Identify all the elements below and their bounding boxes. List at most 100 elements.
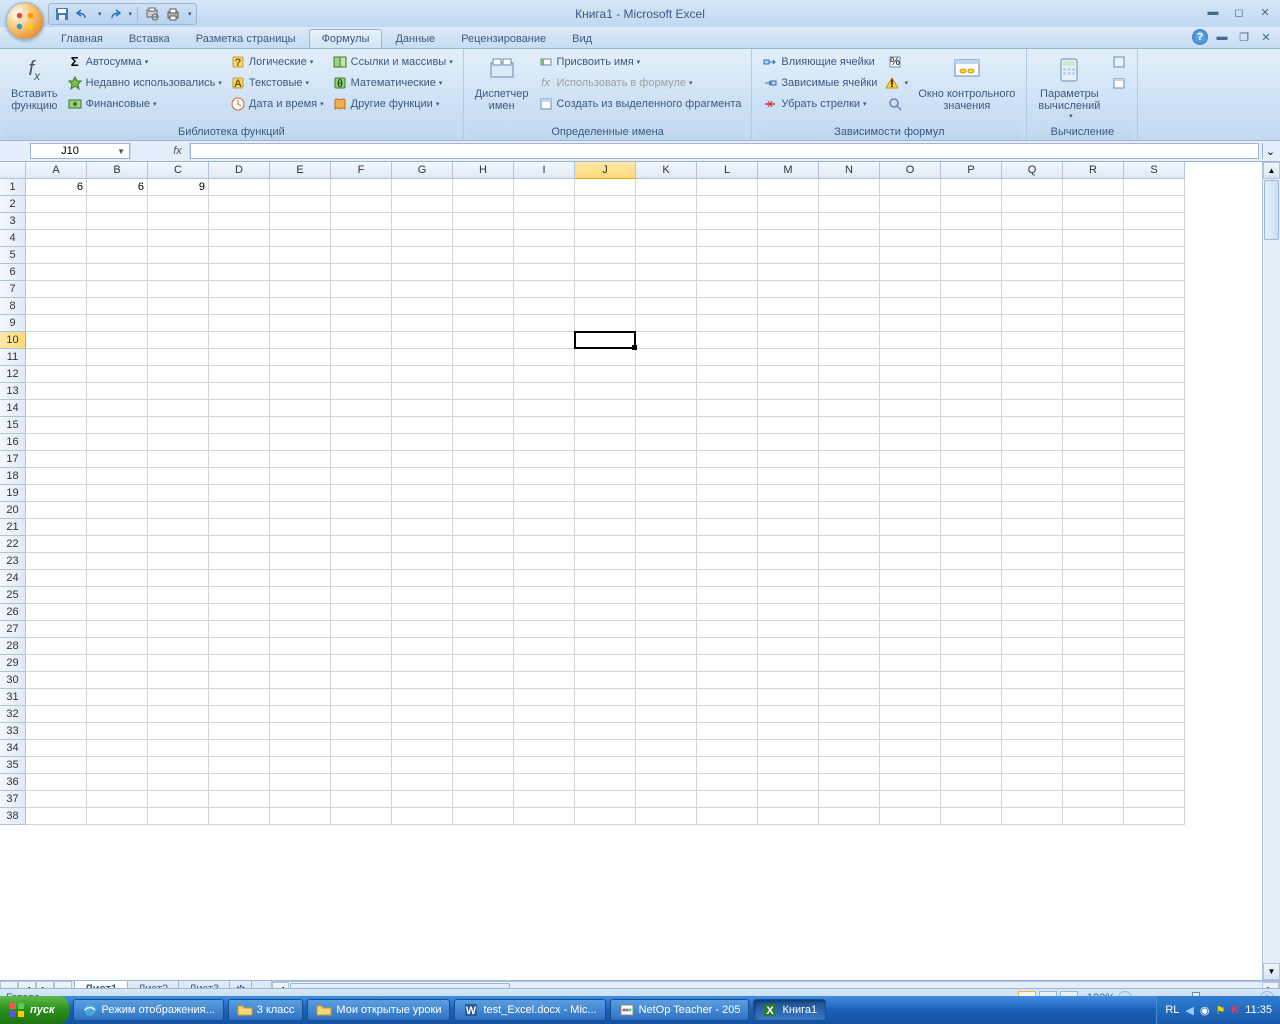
column-header[interactable]: F [331,162,392,179]
cell[interactable] [880,553,941,570]
cell[interactable] [880,400,941,417]
cell[interactable] [880,213,941,230]
cell[interactable] [819,757,880,774]
cell[interactable] [819,519,880,536]
cell[interactable] [941,417,1002,434]
cell[interactable] [26,400,87,417]
cell[interactable] [392,230,453,247]
cell[interactable] [1124,451,1185,468]
cell[interactable] [697,502,758,519]
cell[interactable] [514,434,575,451]
cell[interactable] [636,808,697,825]
cell[interactable] [1124,655,1185,672]
column-header[interactable]: S [1124,162,1185,179]
cell[interactable] [1002,655,1063,672]
cell[interactable] [1063,315,1124,332]
cell[interactable] [819,502,880,519]
cell[interactable] [26,315,87,332]
cell[interactable] [453,791,514,808]
cell[interactable] [758,536,819,553]
cell[interactable] [1124,757,1185,774]
cell[interactable] [819,587,880,604]
evaluate-formula-button[interactable] [885,93,907,114]
cell[interactable] [392,553,453,570]
cell[interactable] [819,366,880,383]
cell[interactable] [331,332,392,349]
cell[interactable] [941,281,1002,298]
cell[interactable] [697,468,758,485]
cell[interactable] [636,519,697,536]
cell[interactable] [87,587,148,604]
cell[interactable] [1124,281,1185,298]
cell[interactable] [1002,417,1063,434]
cell[interactable] [331,468,392,485]
cell[interactable] [148,485,209,502]
error-checking-button[interactable]: !▾ [885,72,907,93]
cell[interactable] [209,519,270,536]
cell[interactable]: 6 [26,179,87,196]
cell[interactable] [758,621,819,638]
cell[interactable] [392,570,453,587]
cell[interactable] [819,349,880,366]
cell[interactable] [697,570,758,587]
cell[interactable] [392,723,453,740]
cell[interactable] [148,638,209,655]
cell[interactable] [331,366,392,383]
cell[interactable] [636,281,697,298]
cell[interactable] [880,383,941,400]
cell[interactable] [209,196,270,213]
cell[interactable] [1063,196,1124,213]
cell[interactable] [26,417,87,434]
cell[interactable] [270,655,331,672]
cell[interactable] [941,213,1002,230]
cell[interactable] [331,553,392,570]
cell[interactable] [575,553,636,570]
cell[interactable] [453,213,514,230]
scroll-down-button[interactable]: ▼ [1263,963,1280,980]
column-header[interactable]: J [575,162,636,179]
cell[interactable] [392,247,453,264]
row-header[interactable]: 19 [0,485,26,502]
cell[interactable] [270,196,331,213]
cell[interactable] [453,247,514,264]
cell[interactable] [514,332,575,349]
trace-precedents-button[interactable]: Влияющие ячейки [758,51,881,72]
cell[interactable] [148,706,209,723]
cell[interactable] [331,774,392,791]
qat-customize-icon[interactable]: ▾ [188,10,192,18]
cell[interactable] [209,553,270,570]
cell[interactable] [148,570,209,587]
cell[interactable] [148,672,209,689]
cell[interactable] [941,247,1002,264]
cell[interactable] [941,502,1002,519]
cell[interactable] [697,179,758,196]
cell[interactable] [636,196,697,213]
cell[interactable] [575,689,636,706]
cell[interactable] [819,485,880,502]
cell[interactable] [819,621,880,638]
cell[interactable] [514,196,575,213]
cell[interactable] [392,264,453,281]
cell[interactable] [1002,366,1063,383]
cell[interactable] [87,213,148,230]
cell[interactable] [392,757,453,774]
cell[interactable] [514,468,575,485]
cell[interactable] [636,349,697,366]
doc-restore-button[interactable]: ❐ [1236,29,1252,45]
cell[interactable] [453,196,514,213]
cell[interactable] [270,281,331,298]
cell[interactable] [209,468,270,485]
cell[interactable] [148,587,209,604]
cell[interactable] [148,723,209,740]
cell[interactable] [819,553,880,570]
cell[interactable] [270,502,331,519]
column-header[interactable]: N [819,162,880,179]
cell[interactable] [880,791,941,808]
cell[interactable] [209,417,270,434]
cell[interactable] [331,179,392,196]
cell[interactable] [453,451,514,468]
cell[interactable] [636,536,697,553]
cell[interactable] [270,604,331,621]
redo-icon[interactable] [105,5,123,23]
cell[interactable] [697,638,758,655]
